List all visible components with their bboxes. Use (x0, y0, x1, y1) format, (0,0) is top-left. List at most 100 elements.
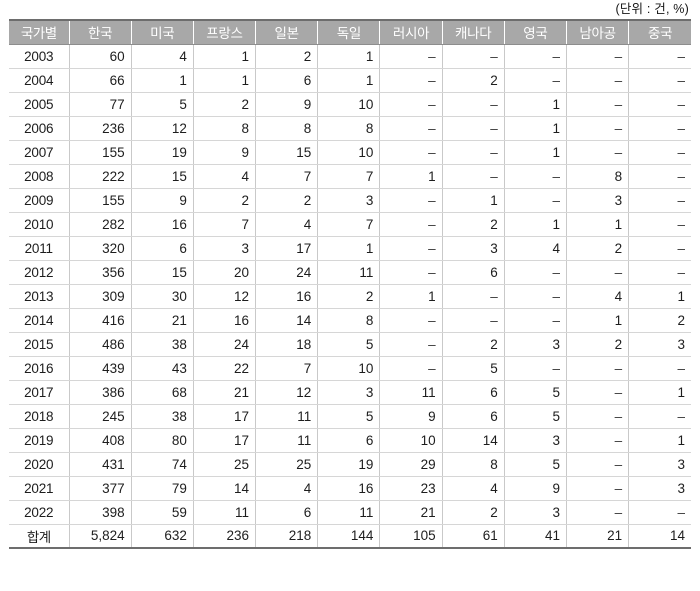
cell-중국: – (628, 260, 691, 285)
cell-남아공: – (566, 260, 630, 285)
cell-한국: 236 (69, 116, 132, 141)
cell-남아공: 4 (566, 284, 630, 309)
cell-프랑스: 25 (193, 452, 257, 477)
cell-독일: 5 (317, 404, 381, 429)
cell-캐나다: – (442, 44, 505, 69)
cell-미국: 12 (131, 116, 194, 141)
cell-한국: 5,824 (69, 523, 132, 548)
column-header-캐나다: 캐나다 (442, 20, 505, 45)
cell-프랑스: 2 (193, 92, 257, 117)
cell-프랑스: 236 (193, 523, 257, 548)
cell-미국: 21 (131, 308, 194, 333)
cell-프랑스: 24 (193, 332, 257, 357)
cell-한국: 155 (69, 140, 132, 165)
table-row: 2007 155 19 9 15 10– –1– – (9, 140, 691, 165)
cell-캐나다: 14 (442, 428, 505, 453)
year-cell: 2007 (9, 140, 70, 165)
cell-프랑스: 2 (193, 188, 257, 213)
cell-한국: 408 (69, 428, 132, 453)
cell-영국: – (504, 164, 568, 189)
cell-독일: 10 (317, 356, 381, 381)
column-header-중국: 중국 (628, 20, 691, 45)
cell-영국: 1 (504, 140, 568, 165)
table-row: 2012 356 15 20 24 11–6– – – (9, 260, 691, 285)
cell-일본: 25 (255, 452, 319, 477)
cell-일본: 11 (255, 404, 319, 429)
cell-한국: 377 (69, 476, 132, 501)
year-cell: 2017 (9, 380, 70, 405)
table-row: 2014 416 21 16 14 8– – –1 2 (9, 308, 691, 333)
cell-캐나다: 8 (442, 452, 505, 477)
cell-미국: 16 (131, 212, 194, 237)
cell-중국: 3 (628, 452, 691, 477)
cell-영국: 3 (504, 428, 568, 453)
year-cell: 2012 (9, 260, 70, 285)
cell-한국: 486 (69, 332, 132, 357)
cell-일본: 9 (255, 92, 319, 117)
cell-일본: 14 (255, 308, 319, 333)
cell-러시아: – (379, 116, 443, 141)
cell-일본: 7 (255, 356, 319, 381)
cell-프랑스: 16 (193, 308, 257, 333)
cell-독일: 1 (317, 236, 381, 261)
cell-영국: – (504, 260, 568, 285)
cell-미국: 43 (131, 356, 194, 381)
cell-중국: – (628, 68, 691, 93)
cell-영국: 5 (504, 380, 568, 405)
year-cell: 2004 (9, 68, 70, 93)
cell-남아공: – (566, 356, 630, 381)
cell-일본: 24 (255, 260, 319, 285)
cell-일본: 11 (255, 428, 319, 453)
cell-중국: – (628, 116, 691, 141)
cell-독일: 7 (317, 212, 381, 237)
cell-영국: 1 (504, 116, 568, 141)
cell-러시아: 9 (379, 404, 443, 429)
year-cell: 2018 (9, 404, 70, 429)
table-row: 2010 282 16 7 4 7–2 1 1– (9, 212, 691, 237)
cell-영국: 4 (504, 236, 568, 261)
header-row: 국가별 한국 미국 프랑스 일본 독일 러시아 캐나다 영국 남아공 중국 (9, 20, 691, 45)
cell-일본: 8 (255, 116, 319, 141)
cell-미국: 79 (131, 476, 194, 501)
table-row: 2016 439 43 22 7 10–5– – – (9, 356, 691, 381)
year-cell: 2015 (9, 332, 70, 357)
cell-캐나다: 2 (442, 332, 505, 357)
cell-한국: 66 (69, 68, 132, 93)
cell-러시아: – (379, 308, 443, 333)
table-row: 2015 486 38 24 18 5–2 3 2 3 (9, 332, 691, 357)
cell-프랑스: 14 (193, 476, 257, 501)
cell-중국: – (628, 236, 691, 261)
cell-미국: 1 (131, 68, 194, 93)
cell-중국: 1 (628, 428, 691, 453)
cell-중국: 3 (628, 476, 691, 501)
cell-중국: 2 (628, 308, 691, 333)
cell-일본: 16 (255, 284, 319, 309)
cell-프랑스: 11 (193, 500, 257, 525)
cell-러시아: 1 (379, 164, 443, 189)
cell-남아공: 1 (566, 308, 630, 333)
total-row: 합계 5,824 632 236 218 144 105 61 41 21 14 (9, 523, 691, 548)
cell-독일: 6 (317, 428, 381, 453)
cell-캐나다: 3 (442, 236, 505, 261)
cell-독일: 1 (317, 68, 381, 93)
cell-영국: 5 (504, 452, 568, 477)
cell-한국: 245 (69, 404, 132, 429)
cell-독일: 10 (317, 92, 381, 117)
cell-프랑스: 17 (193, 404, 257, 429)
cell-미국: 9 (131, 188, 194, 213)
table-row: 2005 77 5 2 9 10– –1– – (9, 92, 691, 117)
cell-영국: 41 (504, 523, 568, 548)
column-header-영국: 영국 (504, 20, 568, 45)
total-label-cell: 합계 (9, 523, 70, 548)
cell-남아공: 2 (566, 236, 630, 261)
cell-영국: – (504, 68, 568, 93)
year-cell: 2011 (9, 236, 70, 261)
country-statistics-table: 국가별 한국 미국 프랑스 일본 독일 러시아 캐나다 영국 남아공 중국 2003 60 4 1 2 1– –… (9, 19, 691, 549)
cell-러시아: 21 (379, 500, 443, 525)
cell-미국: 632 (131, 523, 194, 548)
cell-중국: – (628, 164, 691, 189)
cell-영국: 3 (504, 500, 568, 525)
cell-한국: 155 (69, 188, 132, 213)
table-row: 2008 222 15 4 7 7 1– –8– (9, 164, 691, 189)
cell-남아공: – (566, 476, 630, 501)
